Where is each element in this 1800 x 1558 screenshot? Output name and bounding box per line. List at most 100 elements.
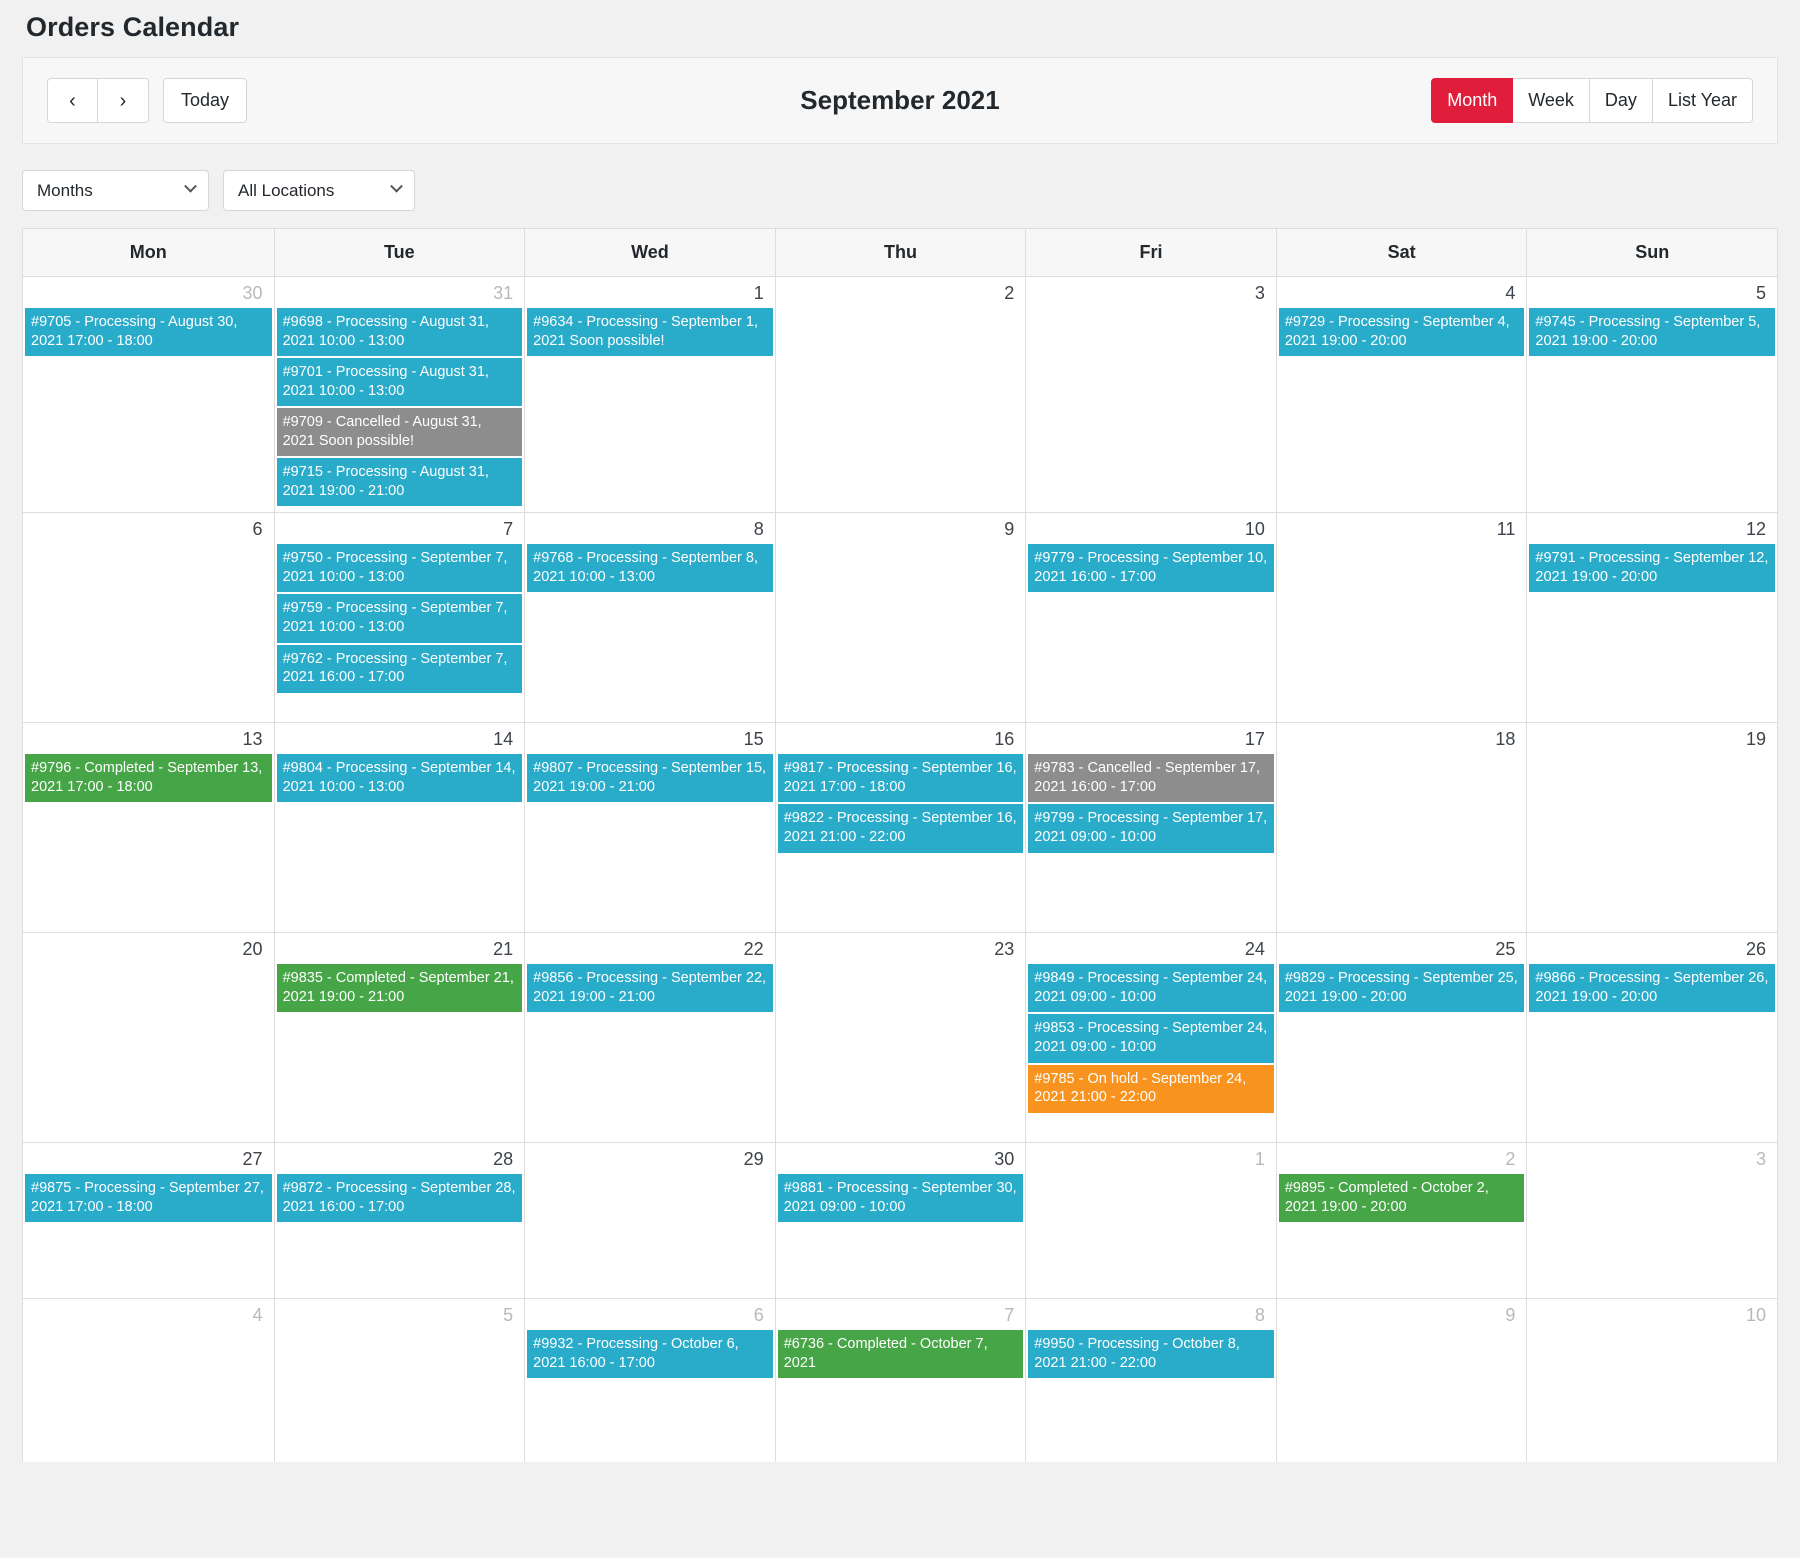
calendar-event-processing[interactable]: #9791 - Processing - September 12, 2021 … <box>1529 544 1775 593</box>
day-cell[interactable]: 2 <box>774 277 1026 513</box>
location-select[interactable]: All Locations <box>223 170 415 211</box>
calendar-event-cancelled[interactable]: #9709 - Cancelled - August 31, 2021 Soon… <box>276 408 523 457</box>
day-cell[interactable]: 30 #9881 - Processing - September 30, 202… <box>774 1143 1026 1299</box>
calendar-event-processing[interactable]: #9768 - Processing - September 8, 2021 1… <box>527 544 773 593</box>
calendar-event-processing[interactable]: #9698 - Processing - August 31, 2021 10:… <box>276 308 523 357</box>
calendar-event-completed[interactable]: #9895 - Completed - October 2, 2021 19:0… <box>1278 1174 1525 1223</box>
day-cell[interactable]: 7 #6736 - Completed - October 7, 2021 <box>774 1299 1026 1463</box>
calendar-event-completed[interactable]: #9835 - Completed - September 21, 2021 1… <box>276 964 523 1013</box>
calendar-event-completed[interactable]: #9796 - Completed - September 13, 2021 1… <box>25 754 272 803</box>
day-cell[interactable]: 5 #9745 - Processing - September 5, 2021 … <box>1526 277 1777 513</box>
chevron-right-icon: › <box>119 89 127 112</box>
calendar-event-processing[interactable]: #9866 - Processing - September 26, 2021 … <box>1529 964 1775 1013</box>
calendar-event-processing[interactable]: #9634 - Processing - September 1, 2021 S… <box>527 308 773 357</box>
calendar-event-cancelled[interactable]: #9783 - Cancelled - September 17, 2021 1… <box>1028 754 1274 803</box>
period-select[interactable]: Months <box>22 170 209 211</box>
week-row: 30 #9705 - Processing - August 30, 2021 1… <box>23 276 1777 513</box>
day-cell[interactable]: 2 #9895 - Completed - October 2, 2021 19:… <box>1275 1143 1527 1299</box>
calendar-event-processing[interactable]: #9822 - Processing - September 16, 2021 … <box>777 804 1024 853</box>
calendar-event-processing[interactable]: #9849 - Processing - September 24, 2021 … <box>1028 964 1274 1013</box>
day-cell[interactable]: 29 <box>524 1143 775 1299</box>
day-cell[interactable]: 12 #9791 - Processing - September 12, 202… <box>1526 513 1777 723</box>
day-cell[interactable]: 13 #9796 - Completed - September 13, 2021… <box>23 723 274 932</box>
day-cell[interactable]: 17 #9783 - Cancelled - September 17, 2021… <box>1025 723 1276 933</box>
day-cell[interactable]: 8 #9950 - Processing - October 8, 2021 21… <box>1025 1299 1276 1463</box>
today-button[interactable]: Today <box>163 78 248 123</box>
calendar-event-processing[interactable]: #9701 - Processing - August 31, 2021 10:… <box>276 358 523 407</box>
day-cell[interactable]: 10 <box>1526 1299 1777 1463</box>
day-cell[interactable]: 16 #9817 - Processing - September 16, 202… <box>774 723 1026 933</box>
calendar-event-processing[interactable]: #9715 - Processing - August 31, 2021 19:… <box>276 458 523 507</box>
calendar-event-processing[interactable]: #9817 - Processing - September 16, 2021 … <box>777 754 1024 803</box>
day-cell[interactable]: 9 <box>774 513 1026 723</box>
day-cell[interactable]: 23 <box>774 933 1026 1143</box>
weekday-header-mon: Mon <box>129 242 167 262</box>
calendar-event-processing[interactable]: #9759 - Processing - September 7, 2021 1… <box>276 594 523 643</box>
day-cell[interactable]: 5 <box>273 1299 525 1463</box>
view-button-month[interactable]: Month <box>1431 78 1514 123</box>
day-cell[interactable]: 19 <box>1526 723 1777 933</box>
weekday-header-thu: Thu <box>774 229 1026 276</box>
day-cell[interactable]: 4 #9729 - Processing - September 4, 2021 … <box>1275 277 1527 513</box>
calendar-event-processing[interactable]: #9932 - Processing - October 6, 2021 16:… <box>527 1330 773 1379</box>
day-cell[interactable]: 31 #9698 - Processing - August 31, 2021 1… <box>273 277 525 513</box>
day-cell[interactable]: 21 #9835 - Completed - September 21, 2021… <box>273 933 525 1143</box>
calendar-event-processing[interactable]: #9875 - Processing - September 27, 2021 … <box>25 1174 272 1223</box>
calendar-event-processing[interactable]: #9881 - Processing - September 30, 2021 … <box>777 1174 1024 1223</box>
calendar-event-processing[interactable]: #9729 - Processing - September 4, 2021 1… <box>1278 308 1525 357</box>
calendar-event-completed[interactable]: #6736 - Completed - October 7, 2021 <box>777 1330 1024 1379</box>
day-number: 25 <box>1495 939 1516 960</box>
day-cell[interactable]: 9 <box>1275 1299 1527 1463</box>
day-number: 7 <box>503 519 514 540</box>
calendar-event-processing[interactable]: #9750 - Processing - September 7, 2021 1… <box>276 544 523 593</box>
day-number: 26 <box>1745 939 1766 960</box>
day-cell[interactable]: 6 #9932 - Processing - October 6, 2021 16… <box>524 1299 775 1463</box>
day-events: #9817 - Processing - September 16, 2021 … <box>776 754 1026 853</box>
view-button-day[interactable]: Day <box>1589 78 1653 123</box>
view-switcher: Month Week Day List Year <box>1431 78 1753 123</box>
day-cell[interactable]: 18 <box>1275 723 1527 933</box>
calendar-event-processing[interactable]: #9950 - Processing - October 8, 2021 21:… <box>1028 1330 1274 1379</box>
day-cell[interactable]: 3 <box>1526 1143 1777 1299</box>
calendar-event-processing[interactable]: #9853 - Processing - September 24, 2021 … <box>1028 1014 1274 1063</box>
day-number: 11 <box>1496 519 1516 540</box>
day-cell[interactable]: 8 #9768 - Processing - September 8, 2021 … <box>524 513 775 723</box>
day-cell[interactable]: 14 #9804 - Processing - September 14, 202… <box>273 723 525 933</box>
view-button-week[interactable]: Week <box>1513 78 1590 123</box>
day-cell[interactable]: 11 <box>1275 513 1527 723</box>
day-number: 30 <box>242 283 263 303</box>
day-cell[interactable]: 26 #9866 - Processing - September 26, 202… <box>1526 933 1777 1143</box>
view-button-list-year[interactable]: List Year <box>1652 78 1753 123</box>
day-cell[interactable]: 15 #9807 - Processing - September 15, 202… <box>524 723 775 933</box>
day-cell[interactable]: 25 #9829 - Processing - September 25, 202… <box>1275 933 1527 1143</box>
day-cell[interactable]: 1 #9634 - Processing - September 1, 2021 … <box>524 277 775 513</box>
day-cell[interactable]: 24 #9849 - Processing - September 24, 202… <box>1025 933 1276 1143</box>
calendar-event-processing[interactable]: #9779 - Processing - September 10, 2021 … <box>1028 544 1274 593</box>
day-events: #6736 - Completed - October 7, 2021 <box>776 1330 1026 1379</box>
calendar-event-processing[interactable]: #9829 - Processing - September 25, 2021 … <box>1278 964 1525 1013</box>
day-number: 10 <box>1244 519 1265 540</box>
calendar-event-processing[interactable]: #9804 - Processing - September 14, 2021 … <box>276 754 523 803</box>
day-cell[interactable]: 27 #9875 - Processing - September 27, 202… <box>23 1143 274 1298</box>
calendar-event-processing[interactable]: #9762 - Processing - September 7, 2021 1… <box>276 644 523 693</box>
day-cell[interactable]: 6 <box>23 513 274 722</box>
next-month-button[interactable]: › <box>98 78 149 123</box>
calendar-event-processing[interactable]: #9705 - Processing - August 30, 2021 17:… <box>25 308 272 357</box>
day-cell[interactable]: 3 <box>1025 277 1276 513</box>
calendar-event-processing[interactable]: #9745 - Processing - September 5, 2021 1… <box>1529 308 1775 357</box>
day-cell[interactable]: 10 #9779 - Processing - September 10, 202… <box>1025 513 1276 723</box>
calendar-event-onhold[interactable]: #9785 - On hold - September 24, 2021 21:… <box>1028 1064 1274 1113</box>
calendar-event-processing[interactable]: #9799 - Processing - September 17, 2021 … <box>1028 804 1274 853</box>
day-cell[interactable]: 20 <box>23 933 274 1142</box>
calendar-event-processing[interactable]: #9856 - Processing - September 22, 2021 … <box>527 964 773 1013</box>
chevron-down-icon <box>184 179 197 193</box>
day-cell[interactable]: 4 <box>23 1299 274 1462</box>
prev-month-button[interactable]: ‹ <box>47 78 98 123</box>
day-cell[interactable]: 1 <box>1025 1143 1276 1299</box>
calendar-event-processing[interactable]: #9872 - Processing - September 28, 2021 … <box>276 1174 523 1223</box>
day-cell[interactable]: 28 #9872 - Processing - September 28, 202… <box>273 1143 525 1299</box>
day-cell[interactable]: 30 #9705 - Processing - August 30, 2021 1… <box>23 277 274 512</box>
calendar-event-processing[interactable]: #9807 - Processing - September 15, 2021 … <box>527 754 773 803</box>
day-cell[interactable]: 22 #9856 - Processing - September 22, 202… <box>524 933 775 1143</box>
day-cell[interactable]: 7 #9750 - Processing - September 7, 2021 … <box>273 513 525 723</box>
